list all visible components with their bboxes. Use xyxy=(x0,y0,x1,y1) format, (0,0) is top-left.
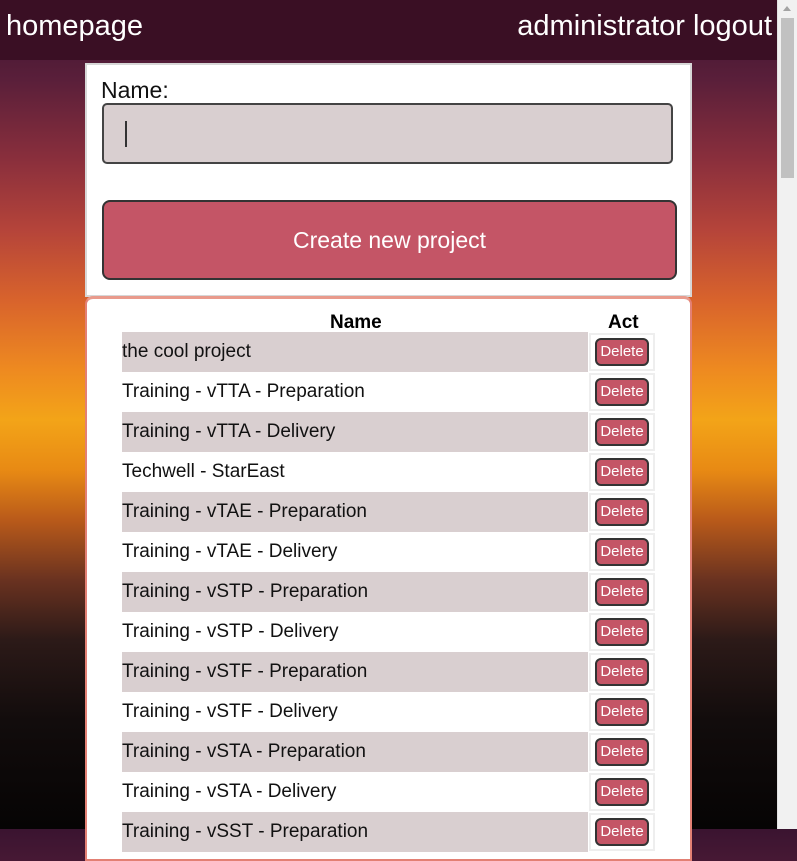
action-cell: Delete xyxy=(589,373,655,411)
logout-link[interactable]: logout xyxy=(693,10,772,42)
project-name-cell: Training - vTTA - Preparation xyxy=(122,381,365,402)
text-caret xyxy=(125,121,127,147)
action-cell: Delete xyxy=(589,613,655,651)
table-row: Training - vSTA - Delivery Delete xyxy=(122,772,657,812)
projects-table: the cool project Delete Training - vTTA - … xyxy=(122,332,657,852)
project-name-cell: Training - vSTF - Preparation xyxy=(122,652,588,692)
action-cell: Delete xyxy=(589,813,655,851)
table-row: Training - vTTA - Delivery Delete xyxy=(122,412,657,452)
delete-button[interactable]: Delete xyxy=(595,538,649,566)
delete-button[interactable]: Delete xyxy=(595,418,649,446)
project-name-cell: the cool project xyxy=(122,332,588,372)
homepage-link[interactable]: homepage xyxy=(6,10,143,43)
project-name-cell: Training - vSTP - Preparation xyxy=(122,572,588,612)
project-name-cell: Training - vTAE - Preparation xyxy=(122,492,588,532)
action-cell: Delete xyxy=(589,773,655,811)
create-project-button[interactable]: Create new project xyxy=(102,200,677,280)
project-name-cell: Training - vSTP - Delivery xyxy=(122,621,339,642)
delete-button[interactable]: Delete xyxy=(595,698,649,726)
project-name-input[interactable] xyxy=(102,103,673,164)
name-label: Name: xyxy=(101,77,169,103)
new-project-form: Name: Create new project xyxy=(85,63,692,297)
project-name-cell: Techwell - StarEast xyxy=(122,461,285,482)
action-cell: Delete xyxy=(589,493,655,531)
table-row: Techwell - StarEast Delete xyxy=(122,452,657,492)
table-row: Training - vSTP - Preparation Delete xyxy=(122,572,657,612)
delete-button[interactable]: Delete xyxy=(595,818,649,846)
table-row: Training - vSTP - Delivery Delete xyxy=(122,612,657,652)
action-cell: Delete xyxy=(589,533,655,571)
user-name-link[interactable]: administrator xyxy=(517,10,685,42)
delete-button[interactable]: Delete xyxy=(595,618,649,646)
table-row: Training - vSST - Preparation Delete xyxy=(122,812,657,852)
project-name-cell: Training - vTTA - Delivery xyxy=(122,412,588,452)
projects-panel: Name Act the cool project Delete Training … xyxy=(85,296,692,861)
action-cell: Delete xyxy=(589,573,655,611)
top-navigation-bar: homepage administrator logout xyxy=(0,0,778,60)
table-row: Training - vTTA - Preparation Delete xyxy=(122,372,657,412)
table-row: Training - vSTF - Delivery Delete xyxy=(122,692,657,732)
scroll-up-arrow-icon[interactable] xyxy=(783,6,791,11)
action-cell: Delete xyxy=(589,733,655,771)
project-name-cell: Training - vSTF - Delivery xyxy=(122,701,338,722)
delete-button[interactable]: Delete xyxy=(595,378,649,406)
column-header-act: Act xyxy=(608,312,639,333)
table-row: Training - vTAE - Delivery Delete xyxy=(122,532,657,572)
action-cell: Delete xyxy=(589,653,655,691)
scrollbar-thumb[interactable] xyxy=(781,18,794,178)
delete-button[interactable]: Delete xyxy=(595,658,649,686)
table-row: the cool project Delete xyxy=(122,332,657,372)
action-cell: Delete xyxy=(589,333,655,371)
table-row: Training - vSTF - Preparation Delete xyxy=(122,652,657,692)
delete-button[interactable]: Delete xyxy=(595,778,649,806)
delete-button[interactable]: Delete xyxy=(595,738,649,766)
project-name-cell: Training - vSTA - Delivery xyxy=(122,781,337,802)
project-name-cell: Training - vSTA - Preparation xyxy=(122,732,588,772)
delete-button[interactable]: Delete xyxy=(595,458,649,486)
action-cell: Delete xyxy=(589,693,655,731)
table-row: Training - vTAE - Preparation Delete xyxy=(122,492,657,532)
vertical-scrollbar[interactable] xyxy=(777,0,797,829)
delete-button[interactable]: Delete xyxy=(595,498,649,526)
project-name-cell: Training - vSST - Preparation xyxy=(122,812,588,852)
action-cell: Delete xyxy=(589,413,655,451)
action-cell: Delete xyxy=(589,453,655,491)
table-row: Training - vSTA - Preparation Delete xyxy=(122,732,657,772)
user-menu: administrator logout xyxy=(517,10,772,43)
delete-button[interactable]: Delete xyxy=(595,338,649,366)
column-header-name: Name xyxy=(330,312,382,333)
delete-button[interactable]: Delete xyxy=(595,578,649,606)
project-name-cell: Training - vTAE - Delivery xyxy=(122,541,338,562)
